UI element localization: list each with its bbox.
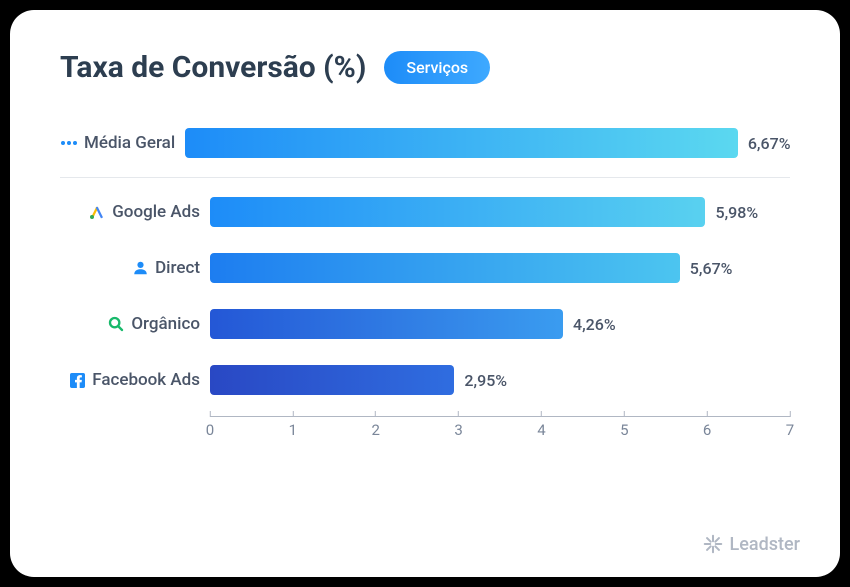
axis-tick: 7 xyxy=(786,411,794,439)
tick-mark xyxy=(210,411,211,417)
axis-tick: 1 xyxy=(289,411,297,439)
bar xyxy=(210,365,454,395)
axis-tick: 6 xyxy=(703,411,711,439)
value-label: 6,67% xyxy=(748,134,791,153)
bar xyxy=(210,197,705,227)
bar-col: 5,98% xyxy=(210,197,790,227)
tick-label: 3 xyxy=(454,421,462,439)
row-label-col: Facebook Ads xyxy=(60,370,210,390)
axis-tick: 4 xyxy=(537,411,545,439)
row-label-col: Orgânico xyxy=(60,314,210,334)
tick-label: 2 xyxy=(371,421,379,439)
tick-label: 4 xyxy=(537,421,545,439)
tick-mark xyxy=(624,411,625,417)
bar-col: 6,67% xyxy=(185,128,790,158)
google-ads-icon xyxy=(88,203,106,221)
chart-row: Google Ads 5,98% xyxy=(60,184,790,240)
brand-logo: Leadster xyxy=(702,533,800,555)
row-label: Direct xyxy=(155,258,200,278)
row-label-col: Google Ads xyxy=(60,202,210,222)
chart-row: Facebook Ads 2,95% xyxy=(60,352,790,408)
axis-tick: 5 xyxy=(620,411,628,439)
row-label: Orgânico xyxy=(131,314,200,334)
axis-tick: 2 xyxy=(371,411,379,439)
tick-mark xyxy=(458,411,459,417)
tick-mark xyxy=(541,411,542,417)
bar xyxy=(185,128,738,158)
bar-col: 5,67% xyxy=(210,253,790,283)
value-label: 2,95% xyxy=(464,371,507,390)
dots-icon xyxy=(60,134,78,152)
leadster-icon xyxy=(702,533,724,555)
row-label: Facebook Ads xyxy=(92,370,200,390)
tick-label: 6 xyxy=(703,421,711,439)
chart-row: Direct 5,67% xyxy=(60,240,790,296)
x-axis: 01234567 xyxy=(210,416,790,446)
chart-row: Orgânico 4,26% xyxy=(60,296,790,352)
chart-header: Taxa de Conversão (%) Serviços xyxy=(60,50,790,85)
category-badge: Serviços xyxy=(384,51,490,84)
person-icon xyxy=(131,259,149,277)
search-icon xyxy=(107,315,125,333)
tick-mark xyxy=(790,411,791,417)
axis-tick: 0 xyxy=(206,411,214,439)
tick-mark xyxy=(707,411,708,417)
bar-col: 4,26% xyxy=(210,309,790,339)
facebook-icon xyxy=(68,371,86,389)
section-divider xyxy=(60,177,790,178)
chart-card: Taxa de Conversão (%) Serviços Média Ger… xyxy=(10,10,840,577)
chart-row: Média Geral 6,67% xyxy=(60,115,790,171)
tick-label: 5 xyxy=(620,421,628,439)
tick-label: 7 xyxy=(786,421,794,439)
row-label-col: Direct xyxy=(60,258,210,278)
row-label-col: Média Geral xyxy=(60,133,185,153)
bar xyxy=(210,253,680,283)
row-label: Média Geral xyxy=(84,133,175,153)
axis-tick: 3 xyxy=(454,411,462,439)
value-label: 5,98% xyxy=(715,203,758,222)
tick-mark xyxy=(292,411,293,417)
bar xyxy=(210,309,563,339)
tick-mark xyxy=(375,411,376,417)
chart-title: Taxa de Conversão (%) xyxy=(60,50,366,85)
tick-label: 1 xyxy=(289,421,297,439)
bar-col: 2,95% xyxy=(210,365,790,395)
value-label: 5,67% xyxy=(690,259,733,278)
value-label: 4,26% xyxy=(573,315,616,334)
tick-label: 0 xyxy=(206,421,214,439)
chart-area: Média Geral 6,67% Google Ads 5,98% Direct 5,6… xyxy=(60,115,790,446)
row-label: Google Ads xyxy=(112,202,200,222)
brand-name: Leadster xyxy=(730,534,800,555)
